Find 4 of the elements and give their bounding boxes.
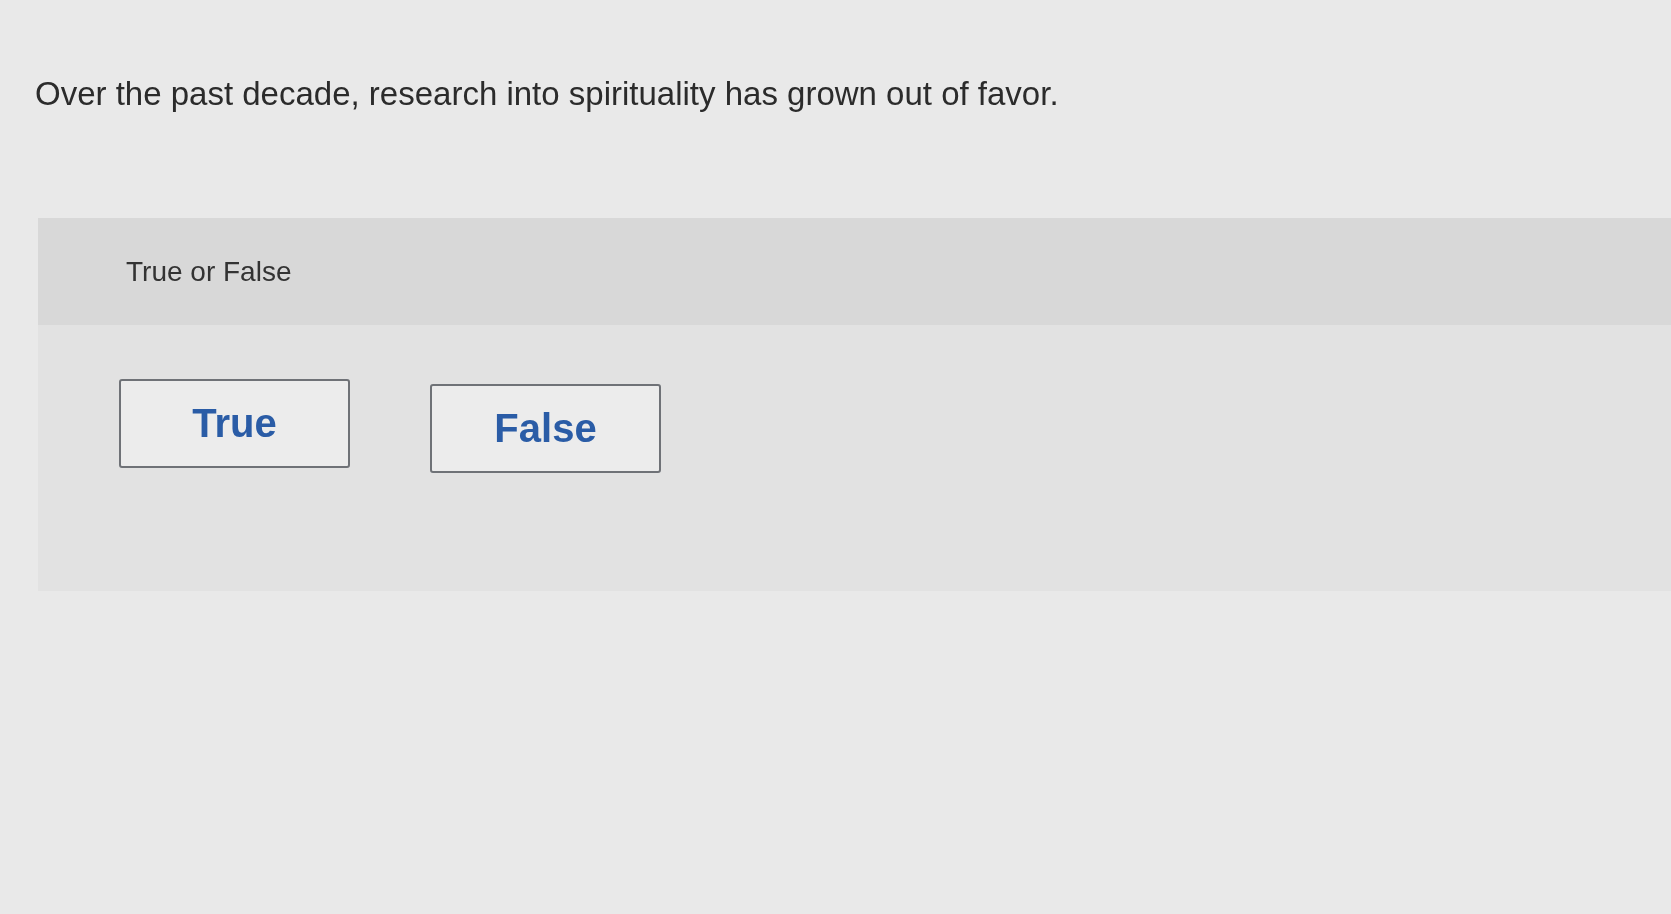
question-text: Over the past decade, research into spirituality has grown out of favor.	[35, 74, 1060, 114]
answer-prompt: True or False	[126, 255, 292, 288]
answer-option-button[interactable]: True	[119, 379, 350, 468]
answer-option-button[interactable]: False	[430, 384, 661, 473]
